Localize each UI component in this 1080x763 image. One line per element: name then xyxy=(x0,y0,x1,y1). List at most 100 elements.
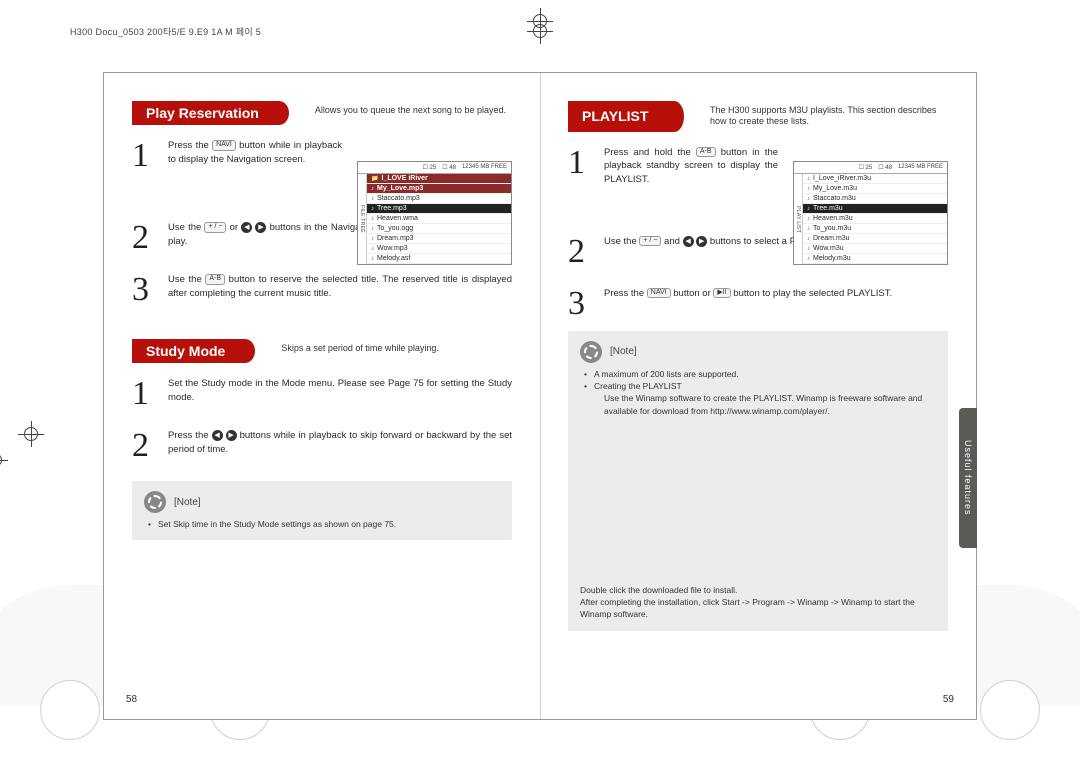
note-label: [Note] xyxy=(174,497,201,508)
heading-subtitle: The H300 supports M3U playlists. This se… xyxy=(668,101,948,132)
page-number-left: 58 xyxy=(126,694,137,705)
list-item: My_Love.mp3 xyxy=(367,184,511,194)
step-1: 1 Set the Study mode in the Mode menu. P… xyxy=(132,377,512,411)
registration-mark-bottom xyxy=(527,8,553,34)
prev-button-icon: ◀ xyxy=(683,236,694,247)
note-line: A maximum of 200 lists are supported. xyxy=(584,368,936,380)
step-number: 1 xyxy=(132,139,156,173)
step-text: Set the Study mode in the Mode menu. Ple… xyxy=(168,377,512,411)
device-screen-navigation: ☐ 25 ☐ 48 12345 MB FREE FILE TREE I_LOVE… xyxy=(357,161,512,265)
note-footer: Double click the downloaded file to inst… xyxy=(580,584,936,621)
screen-statusbar: ☐ 25 ☐ 48 12345 MB FREE xyxy=(358,162,511,174)
step-3: 3 Press the NAVI button or ▶II button to… xyxy=(568,287,948,321)
note-line: Use the Winamp software to create the PL… xyxy=(584,392,936,417)
prev-button-icon: ◀ xyxy=(241,222,252,233)
heading-playlist: PLAYLIST The H300 supports M3U playlists… xyxy=(568,101,948,132)
list-item: Wow.m3u xyxy=(803,244,947,254)
list-item: My_Love.m3u xyxy=(803,184,947,194)
list-item: Staccato.mp3 xyxy=(367,194,511,204)
note-line: Creating the PLAYLIST xyxy=(584,380,936,392)
status-val: ☐ 25 xyxy=(859,164,873,171)
step-number: 1 xyxy=(132,377,156,411)
step-3: 3 Use the A-B button to reserve the sele… xyxy=(132,273,512,307)
list-item: Dream.mp3 xyxy=(367,234,511,244)
heading-title: Play Reservation xyxy=(146,105,259,121)
step-number: 2 xyxy=(132,221,156,255)
list-item: Heaven.m3u xyxy=(803,214,947,224)
prev-button-icon: ◀ xyxy=(212,430,223,441)
play-pause-button-icon: ▶II xyxy=(713,288,730,298)
plus-minus-button-icon: + / − xyxy=(639,236,661,246)
heading-pill: PLAYLIST xyxy=(568,101,668,132)
heading-play-reservation: Play Reservation Allows you to queue the… xyxy=(132,101,512,125)
status-val: ☐ 48 xyxy=(878,164,892,171)
bg-wheel xyxy=(40,680,100,740)
heading-subtitle: Allows you to queue the next song to be … xyxy=(273,101,512,125)
list-item: Dream.m3u xyxy=(803,234,947,244)
list-item: To_you.ogg xyxy=(367,224,511,234)
list-item: I_Love_iRiver.m3u xyxy=(803,174,947,184)
list-item-selected: Tree.m3u xyxy=(803,204,947,214)
step-text: Press the NAVI button while in playback … xyxy=(168,139,342,173)
heading-pill: Play Reservation xyxy=(132,101,273,125)
screen-statusbar: ☐ 25 ☐ 48 12345 MB FREE xyxy=(794,162,947,174)
next-button-icon: ▶ xyxy=(226,430,237,441)
note-box: [Note] Set Skip time in the Study Mode s… xyxy=(132,481,512,540)
step-text: Press the NAVI button or ▶II button to p… xyxy=(604,287,948,321)
registration-mark-left xyxy=(18,421,44,447)
ab-button-icon: A-B xyxy=(205,274,225,284)
step-number: 2 xyxy=(132,429,156,463)
note-line: Set Skip time in the Study Mode settings… xyxy=(148,518,500,530)
list-item: Wow.mp3 xyxy=(367,244,511,254)
page-number-right: 59 xyxy=(943,694,954,705)
next-button-icon: ▶ xyxy=(255,222,266,233)
heading-study-mode: Study Mode Skips a set period of time wh… xyxy=(132,339,512,363)
device-screen-playlist: ☐ 25 ☐ 48 12345 MB FREE PLAY LIST I_Love… xyxy=(793,161,948,265)
step-number: 3 xyxy=(132,273,156,307)
plus-minus-button-icon: + / − xyxy=(204,222,226,232)
note-icon xyxy=(144,491,166,513)
step-number: 2 xyxy=(568,235,592,269)
status-val: 12345 MB FREE xyxy=(462,164,507,171)
screen-file-list: I_LOVE iRiver My_Love.mp3 Staccato.mp3 T… xyxy=(367,174,511,264)
page-left: Play Reservation Allows you to queue the… xyxy=(104,73,540,719)
navi-button-icon: NAVI xyxy=(212,140,236,150)
heading-pill: Study Mode xyxy=(132,339,239,363)
page-right: PLAYLIST The H300 supports M3U playlists… xyxy=(540,73,976,719)
list-item: Melody.m3u xyxy=(803,254,947,264)
note-box: [Note] A maximum of 200 lists are suppor… xyxy=(568,331,948,631)
list-item: Melody.asf xyxy=(367,254,511,264)
screen-side-tabs: FILE TREE xyxy=(358,174,367,264)
status-val: ☐ 25 xyxy=(423,164,437,171)
list-item: To_you.m3u xyxy=(803,224,947,234)
registration-mark-right xyxy=(0,447,8,473)
heading-title: Study Mode xyxy=(146,343,225,359)
note-line: Double click the downloaded file to inst… xyxy=(580,584,936,596)
note-icon xyxy=(580,341,602,363)
step-text: Use the A-B button to reserve the select… xyxy=(168,273,512,307)
list-item: I_LOVE iRiver xyxy=(367,174,511,184)
status-val: ☐ 48 xyxy=(442,164,456,171)
screen-side-tabs: PLAY LIST xyxy=(794,174,803,264)
step-number: 1 xyxy=(568,146,592,187)
note-label: [Note] xyxy=(610,346,637,357)
heading-title: PLAYLIST xyxy=(582,108,648,124)
step-number: 3 xyxy=(568,287,592,321)
note-line: After completing the installation, click… xyxy=(580,596,936,621)
ab-button-icon: A-B xyxy=(696,147,716,157)
list-item: Staccato.m3u xyxy=(803,194,947,204)
status-val: 12345 MB FREE xyxy=(898,164,943,171)
navi-button-icon: NAVI xyxy=(647,288,671,298)
section-side-tab: Useful features xyxy=(959,408,977,548)
note-body: A maximum of 200 lists are supported. Cr… xyxy=(580,368,936,417)
page-spread: Play Reservation Allows you to queue the… xyxy=(103,72,977,720)
step-text: Press and hold the A-B button in the pla… xyxy=(604,146,778,187)
next-button-icon: ▶ xyxy=(696,236,707,247)
list-item: Heaven.wma xyxy=(367,214,511,224)
list-item-selected: Tree.mp3 xyxy=(367,204,511,214)
step-text: Press the ◀ ▶ buttons while in playback … xyxy=(168,429,512,463)
step-2: 2 Press the ◀ ▶ buttons while in playbac… xyxy=(132,429,512,463)
note-body: Set Skip time in the Study Mode settings… xyxy=(144,518,500,530)
screen-file-list: I_Love_iRiver.m3u My_Love.m3u Staccato.m… xyxy=(803,174,947,264)
heading-subtitle: Skips a set period of time while playing… xyxy=(239,339,512,363)
